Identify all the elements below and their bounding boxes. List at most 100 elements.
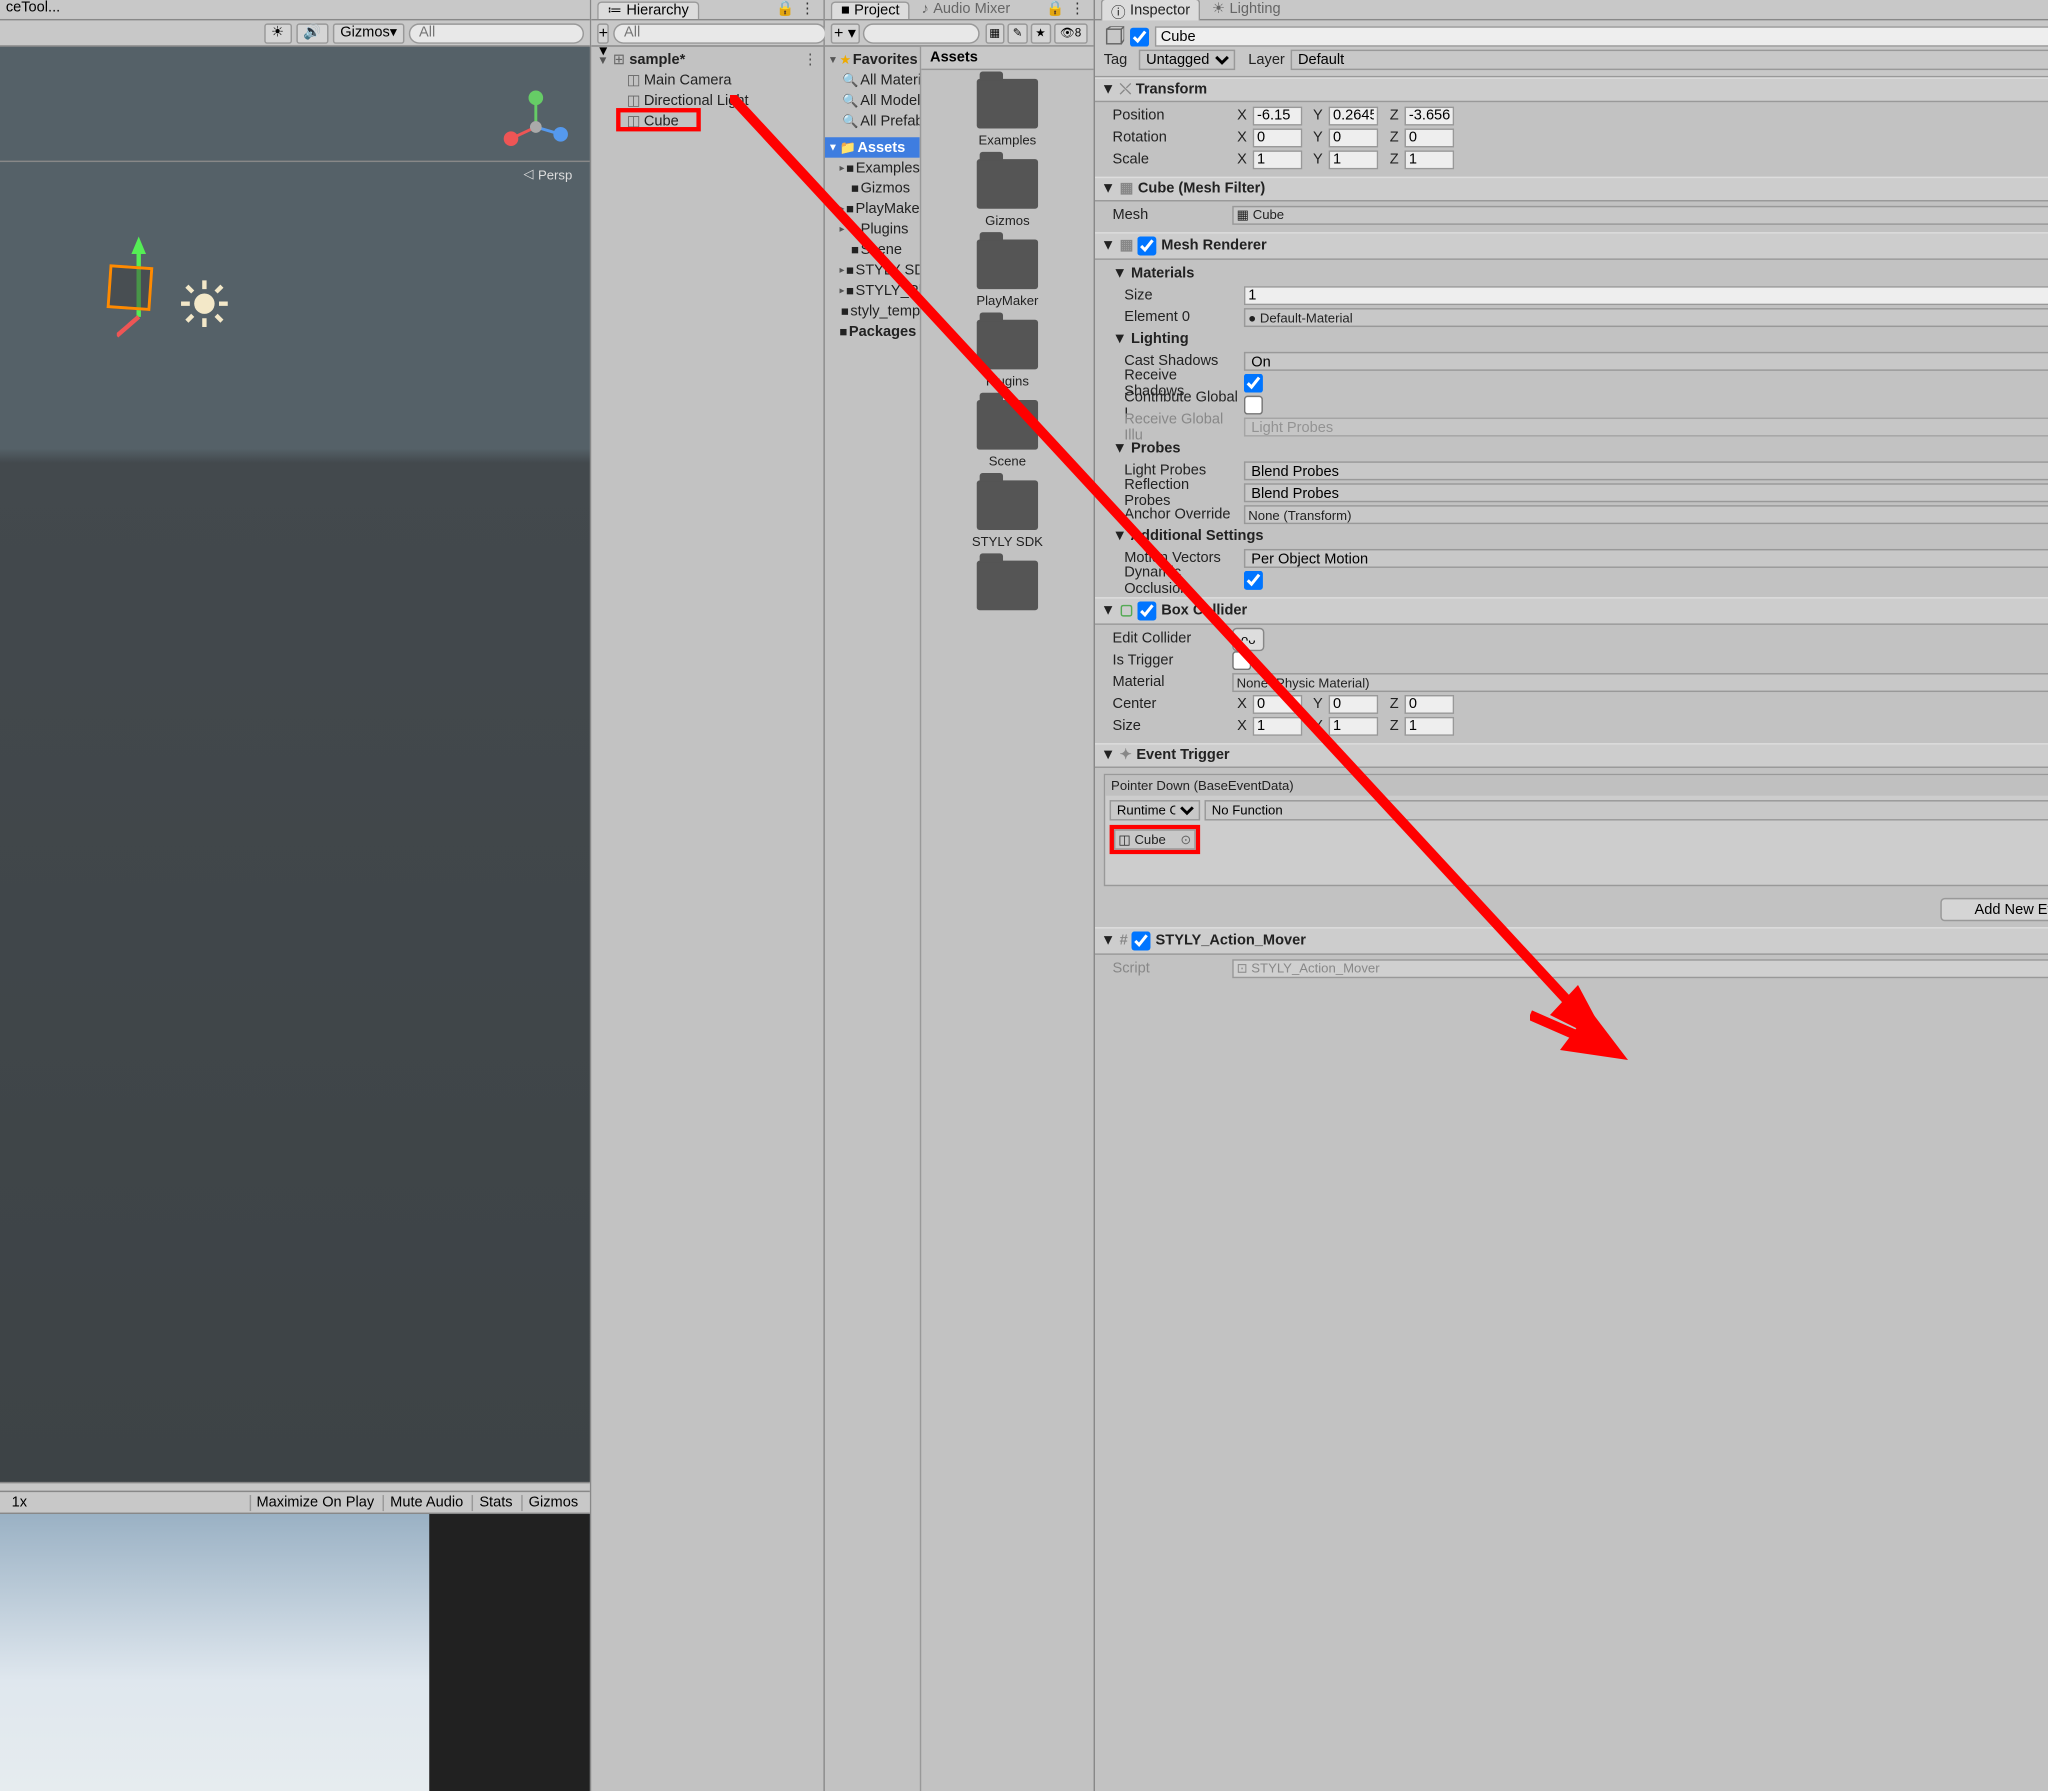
assets-header[interactable]: ▼📁Assets xyxy=(825,137,920,157)
collider-size-y-field[interactable] xyxy=(1329,717,1379,736)
hierarchy-search-input[interactable] xyxy=(614,23,827,43)
scale-z-field[interactable] xyxy=(1405,150,1455,169)
assets-folder[interactable]: ▸■STYLY_Plu xyxy=(825,280,920,300)
hierarchy-item-directional-light[interactable]: ◫ Directional Light xyxy=(591,91,823,111)
reflection-probes-dropdown[interactable]: Blend Probes xyxy=(1244,483,2048,502)
selected-cube-gizmo[interactable] xyxy=(107,264,154,311)
assets-folder[interactable]: ▸■PlayMaker xyxy=(825,199,920,219)
scene-light-toggle[interactable]: ☀ xyxy=(264,23,292,43)
gameobject-active-checkbox[interactable] xyxy=(1130,27,1149,46)
motion-vectors-dropdown[interactable]: Per Object Motion xyxy=(1244,549,2048,568)
styly-action-mover-header[interactable]: ▼# STYLY_Action_Mover ?⇅⋮ xyxy=(1095,927,2048,955)
favorites-item[interactable]: 🔍All Models xyxy=(825,91,920,111)
project-folder-item[interactable]: PlayMaker xyxy=(921,231,1093,311)
assets-folder[interactable]: ▸■Plugins xyxy=(825,219,920,239)
tag-dropdown[interactable]: Untagged xyxy=(1139,50,1235,70)
hierarchy-scene-row[interactable]: ▼⊞ sample* ⋮ xyxy=(591,50,823,70)
edit-collider-button[interactable]: ᴖᴗ xyxy=(1232,627,1264,650)
event-trigger-header[interactable]: ▼✦ Event Trigger ?⇅⋮ xyxy=(1095,743,2048,768)
dynamic-occlusion-checkbox[interactable] xyxy=(1244,571,1263,590)
project-folder-item[interactable]: Gizmos xyxy=(921,150,1093,230)
layer-dropdown[interactable]: Default xyxy=(1291,50,2048,70)
hierarchy-tab[interactable]: ≔ Hierarchy xyxy=(597,1,699,19)
cast-shadows-dropdown[interactable]: On xyxy=(1244,352,2048,371)
perspective-badge[interactable]: ◁ Persp xyxy=(524,166,573,182)
anchor-override-field[interactable]: None (Transform)⊙ xyxy=(1244,505,2048,524)
is-trigger-checkbox[interactable] xyxy=(1232,651,1251,670)
directional-light-gizmo[interactable] xyxy=(178,277,231,330)
collider-center-z-field[interactable] xyxy=(1405,695,1455,714)
inspector-tab[interactable]: ⓘ Inspector xyxy=(1101,0,1200,21)
receive-shadows-checkbox[interactable] xyxy=(1244,374,1263,393)
gameobject-type-icon[interactable] xyxy=(1104,26,1124,46)
favorites-item[interactable]: 🔍All Prefabs xyxy=(825,111,920,131)
scene-audio-toggle[interactable]: 🔊 xyxy=(296,23,329,43)
game-view[interactable] xyxy=(0,1514,590,1791)
project-lock-icon[interactable]: 🔒 xyxy=(1043,1,1067,17)
lighting-foldout[interactable]: ▼ Lighting xyxy=(1113,329,2048,351)
hierarchy-create-button[interactable]: + ▾ xyxy=(597,23,609,43)
maximize-on-play-toggle[interactable]: Maximize On Play xyxy=(249,1494,380,1510)
project-folder-item[interactable] xyxy=(921,552,1093,613)
position-z-field[interactable] xyxy=(1405,107,1455,126)
project-context-menu[interactable]: ⋮ xyxy=(1067,1,1087,17)
assets-folder[interactable]: ■styly_temp xyxy=(825,301,920,321)
project-folder-item[interactable]: STYLY SDK xyxy=(921,472,1093,552)
project-folder-item[interactable]: Plugins xyxy=(921,311,1093,391)
project-hidden-count[interactable]: 👁8 xyxy=(1054,23,1088,43)
mesh-filter-header[interactable]: ▼▦ Cube (Mesh Filter) ?⇅⋮ xyxy=(1095,177,2048,202)
hierarchy-row-menu[interactable]: ⋮ xyxy=(803,52,823,68)
light-probes-dropdown[interactable]: Blend Probes xyxy=(1244,461,2048,480)
box-collider-enabled-checkbox[interactable] xyxy=(1138,602,1157,621)
gizmos-dropdown[interactable]: Gizmos ▾ xyxy=(333,23,404,43)
favorites-header[interactable]: ▼★Favorites xyxy=(825,50,920,70)
game-gizmos-dropdown[interactable]: Gizmos xyxy=(521,1494,584,1510)
materials-size-field[interactable] xyxy=(1244,286,2048,305)
position-y-field[interactable] xyxy=(1329,107,1379,126)
scene-search-input[interactable] xyxy=(409,23,584,43)
hierarchy-item-main-camera[interactable]: ◫ Main Camera xyxy=(591,70,823,90)
project-star-icon[interactable]: ★ xyxy=(1031,23,1051,43)
rotation-y-field[interactable] xyxy=(1329,128,1379,147)
contribute-gi-checkbox[interactable] xyxy=(1244,396,1263,415)
lighting-tab[interactable]: ☀ Lighting xyxy=(1203,1,1289,17)
hierarchy-lock-icon[interactable]: 🔒 xyxy=(773,1,797,17)
assets-folder[interactable]: ■Scene xyxy=(825,239,920,259)
project-folder-item[interactable]: Examples xyxy=(921,70,1093,150)
audio-mixer-tab[interactable]: ♪ Audio Mixer xyxy=(913,1,1019,17)
favorites-item[interactable]: 🔍All Materia xyxy=(825,70,920,90)
box-collider-header[interactable]: ▼▢ Box Collider ?⇅⋮ xyxy=(1095,597,2048,625)
stats-toggle[interactable]: Stats xyxy=(472,1494,518,1510)
project-save-icon[interactable]: ✎ xyxy=(1008,23,1028,43)
hierarchy-item-cube[interactable]: ◫ Cube xyxy=(591,111,823,131)
scene-view[interactable]: ◁ Persp xyxy=(0,47,590,1482)
element0-object-field[interactable]: ● Default-Material⊙ xyxy=(1244,308,2048,327)
add-new-event-type-button[interactable]: Add New Event Type xyxy=(1940,898,2048,921)
scale-y-field[interactable] xyxy=(1329,150,1379,169)
additional-settings-foldout[interactable]: ▼ Additional Settings xyxy=(1113,526,2048,548)
project-folder-item[interactable]: Scene xyxy=(921,391,1093,471)
rotation-z-field[interactable] xyxy=(1405,128,1455,147)
packages-header[interactable]: ■Packages xyxy=(825,321,920,341)
scene-axis-gizmo[interactable] xyxy=(499,91,572,164)
mute-audio-toggle[interactable]: Mute Audio xyxy=(383,1494,469,1510)
physic-material-field[interactable]: None (Physic Material)⊙ xyxy=(1232,673,2048,692)
scale-x-field[interactable] xyxy=(1253,150,1303,169)
mesh-renderer-header[interactable]: ▼▦ Mesh Renderer ?⇅⋮ xyxy=(1095,232,2048,260)
styly-action-mover-enabled-checkbox[interactable] xyxy=(1132,931,1151,950)
project-create-button[interactable]: + ▾ xyxy=(831,23,860,43)
event-function-dropdown[interactable]: No Function xyxy=(1205,800,2048,820)
collider-size-x-field[interactable] xyxy=(1253,717,1303,736)
gameobject-name-field[interactable] xyxy=(1155,26,2048,46)
collider-size-z-field[interactable] xyxy=(1405,717,1455,736)
rotation-x-field[interactable] xyxy=(1253,128,1303,147)
collider-center-x-field[interactable] xyxy=(1253,695,1303,714)
event-callstate-dropdown[interactable]: Runtime Only xyxy=(1110,800,1201,820)
position-x-field[interactable] xyxy=(1253,107,1303,126)
transform-header[interactable]: ▼ ⤬ Transform ?⇅⋮ xyxy=(1095,77,2048,102)
assets-folder[interactable]: ■Gizmos xyxy=(825,178,920,198)
collider-center-y-field[interactable] xyxy=(1329,695,1379,714)
event-target-field[interactable]: ◫ Cube⊙ xyxy=(1114,829,1196,849)
project-search-input[interactable] xyxy=(862,23,979,43)
materials-foldout[interactable]: ▼ Materials xyxy=(1113,263,2048,285)
